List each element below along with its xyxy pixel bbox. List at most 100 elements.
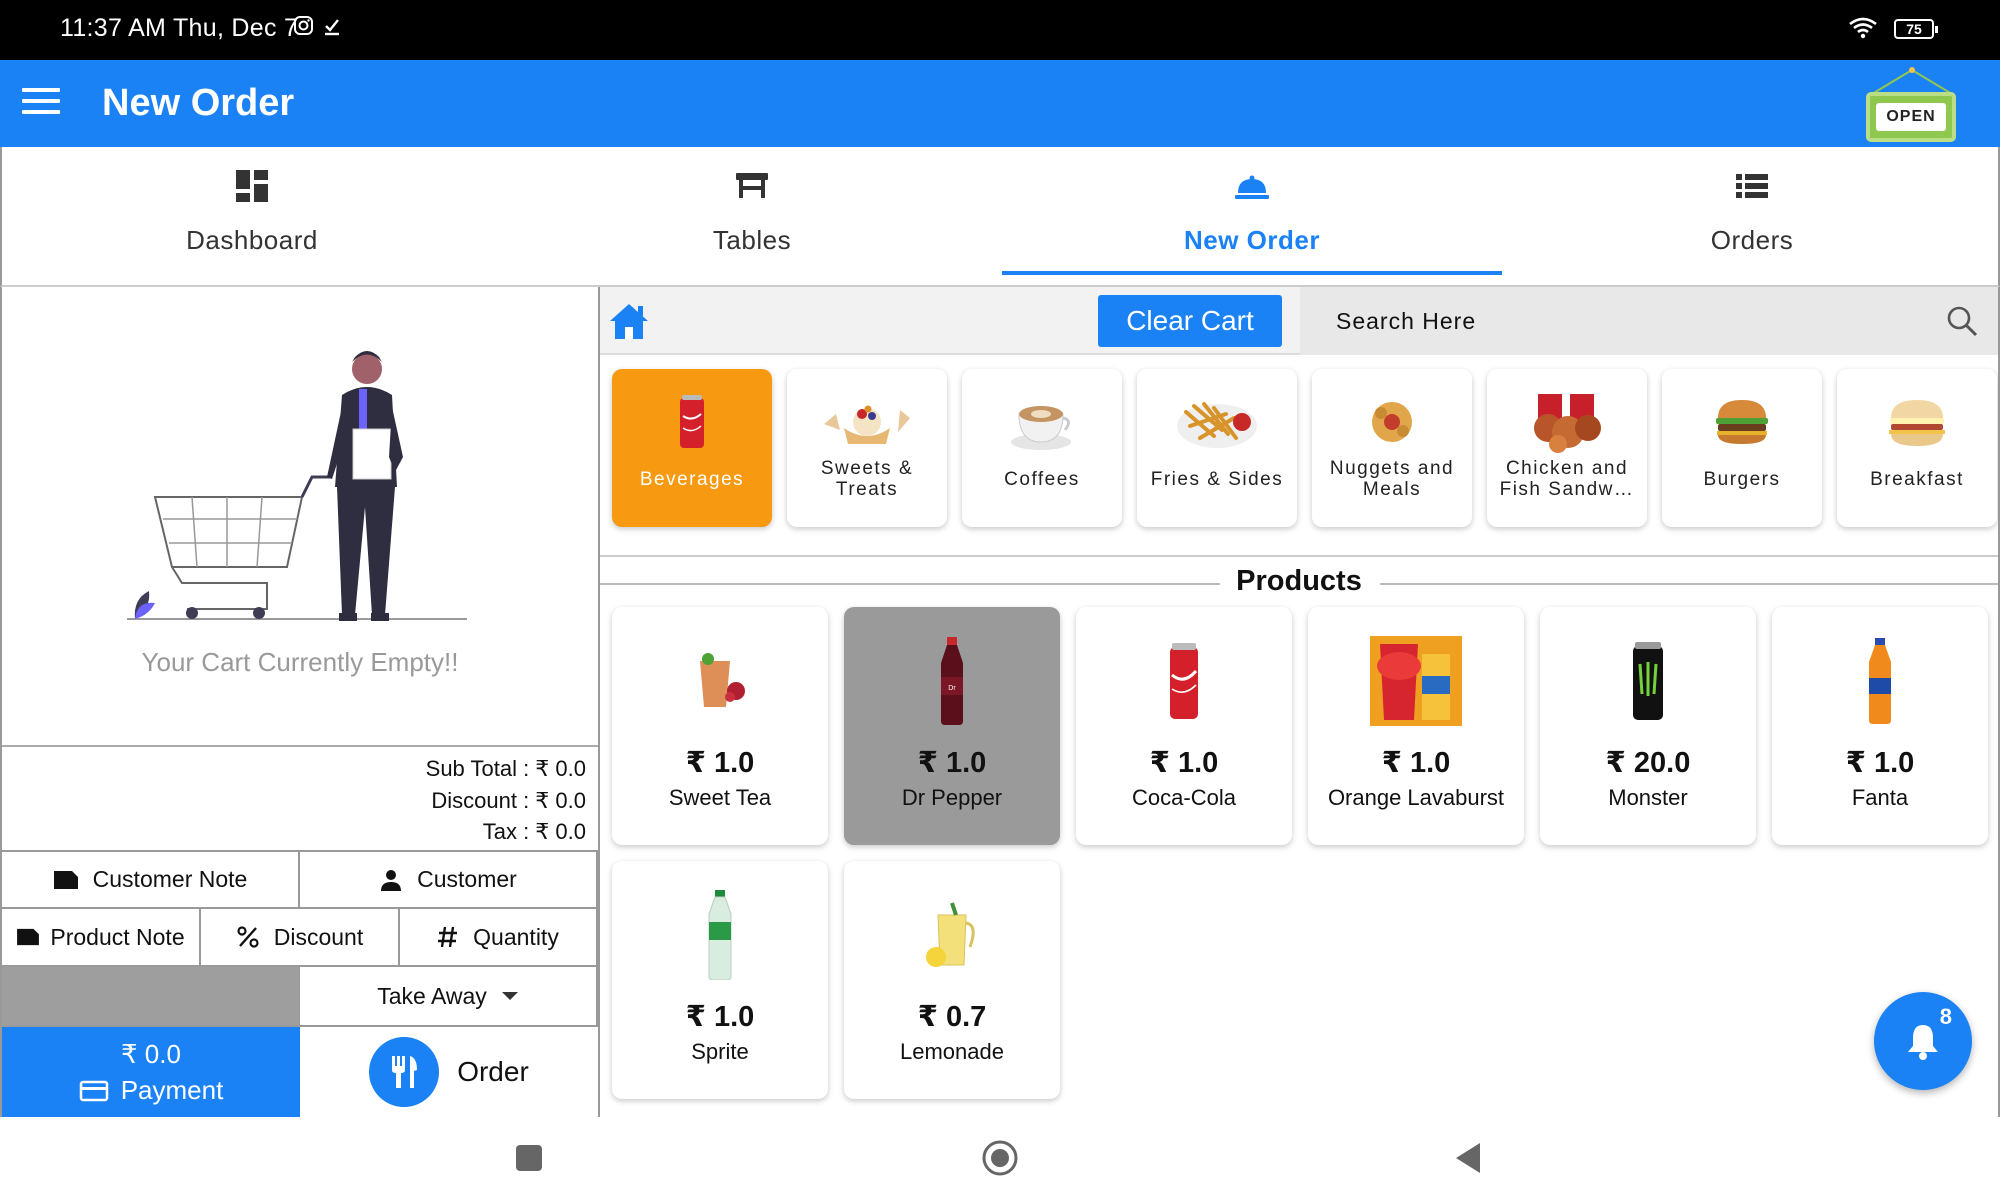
category-burgers[interactable]: Burgers bbox=[1662, 369, 1822, 527]
order-button[interactable]: Order bbox=[300, 1027, 598, 1117]
back-icon[interactable] bbox=[1454, 1141, 1482, 1175]
coca-cola-can-image bbox=[1076, 633, 1292, 729]
soda-can-image bbox=[612, 387, 772, 457]
sub-total: Sub Total : ₹ 0.0 bbox=[425, 756, 586, 781]
instagram-icon bbox=[293, 14, 349, 45]
clear-cart-button[interactable]: Clear Cart bbox=[1098, 295, 1282, 347]
dr-pepper-bottle-image: Dr bbox=[844, 633, 1060, 729]
category-breakfast[interactable]: Breakfast bbox=[1837, 369, 1997, 527]
home-icon[interactable] bbox=[608, 301, 650, 346]
dashboard-icon bbox=[2, 169, 502, 209]
card-icon bbox=[79, 1080, 108, 1101]
tab-dashboard[interactable]: Dashboard bbox=[2, 147, 502, 285]
product-note-button[interactable]: Product Note bbox=[2, 909, 201, 967]
category-name: Beverages bbox=[639, 468, 745, 490]
open-status-sign[interactable]: OPEN bbox=[1866, 92, 1956, 142]
category-name: Fries & Sides bbox=[1150, 468, 1284, 490]
battery-icon: 75 bbox=[1894, 19, 1938, 39]
product-note-label: Product Note bbox=[50, 923, 185, 950]
category-nuggets-meals[interactable]: Nuggets and Meals bbox=[1312, 369, 1472, 527]
category-coffees[interactable]: Coffees bbox=[962, 369, 1122, 527]
product-name: Fanta bbox=[1851, 785, 1909, 810]
tab-new-order[interactable]: New Order bbox=[1002, 147, 1502, 285]
category-name: Coffees bbox=[1004, 468, 1080, 490]
percent-icon bbox=[237, 926, 259, 948]
list-icon bbox=[1502, 169, 2000, 209]
product-card-dr-pepper[interactable]: Dr ₹ 1.0 Dr Pepper bbox=[844, 607, 1060, 845]
cart-panel: Your Cart Currently Empty!! Sub Total : … bbox=[0, 287, 600, 1117]
category-name: Nuggets and Meals bbox=[1329, 458, 1455, 500]
order-type-value: Take Away bbox=[377, 982, 487, 1009]
status-time: 11:37 AM Thu, Dec 7 bbox=[60, 14, 299, 42]
monster-can-image bbox=[1540, 633, 1756, 729]
note-icon bbox=[53, 870, 78, 889]
caret-down-icon bbox=[501, 992, 518, 1000]
cutlery-icon bbox=[369, 1037, 440, 1107]
customer-note-button[interactable]: Customer Note bbox=[2, 852, 300, 909]
tab-tables[interactable]: Tables bbox=[502, 147, 1002, 285]
main-tabs: Dashboard Tables New Order Orders bbox=[0, 147, 2000, 287]
product-name: Sweet Tea bbox=[668, 785, 772, 810]
category-name: Sweets & Treats bbox=[820, 458, 914, 500]
bell-icon bbox=[1908, 1025, 1938, 1060]
payment-button[interactable]: ₹ 0.0 Payment bbox=[2, 1027, 300, 1117]
product-price: ₹ 1.0 bbox=[1149, 747, 1219, 779]
sprite-bottle-image bbox=[612, 887, 828, 983]
products-section-header: Products bbox=[600, 555, 1998, 607]
order-type-dropdown[interactable]: Take Away bbox=[300, 967, 598, 1027]
dessert-image bbox=[787, 387, 947, 457]
recents-icon[interactable] bbox=[514, 1143, 544, 1173]
product-card-lemonade[interactable]: ₹ 0.7 Lemonade bbox=[844, 861, 1060, 1099]
category-name: Breakfast bbox=[1870, 468, 1964, 490]
cart-totals: Sub Total : ₹ 0.0 Discount : ₹ 0.0 Tax :… bbox=[2, 747, 598, 852]
coffee-cup-image bbox=[962, 387, 1122, 457]
hash-icon bbox=[438, 926, 458, 948]
order-type-spacer bbox=[2, 967, 300, 1027]
tax-total: Tax : ₹ 0.0 bbox=[482, 819, 586, 844]
product-name: Monster bbox=[1608, 785, 1688, 810]
tab-label: New Order bbox=[1184, 225, 1320, 255]
discount-label: Discount bbox=[273, 923, 364, 950]
product-price: ₹ 1.0 bbox=[917, 747, 987, 779]
product-card-sweet-tea[interactable]: ₹ 1.0 Sweet Tea bbox=[612, 607, 828, 845]
product-price: ₹ 20.0 bbox=[1605, 747, 1691, 779]
category-chicken-fish[interactable]: Chicken and Fish Sandw… bbox=[1487, 369, 1647, 527]
quantity-label: Quantity bbox=[473, 923, 559, 950]
product-card-sprite[interactable]: ₹ 1.0 Sprite bbox=[612, 861, 828, 1099]
product-card-monster[interactable]: ₹ 20.0 Monster bbox=[1540, 607, 1756, 845]
tab-orders[interactable]: Orders bbox=[1502, 147, 2000, 285]
order-label: Order bbox=[457, 1056, 529, 1087]
status-bar: 11:37 AM Thu, Dec 7 75 bbox=[0, 0, 2000, 60]
product-name: Coca-Cola bbox=[1132, 785, 1236, 810]
quantity-button[interactable]: Quantity bbox=[400, 909, 598, 967]
notifications-button[interactable]: 8 bbox=[1874, 992, 1972, 1090]
category-list: Beverages Sweets & Treats Coffees Fries … bbox=[600, 355, 1998, 555]
product-price: ₹ 0.7 bbox=[917, 1001, 987, 1033]
fries-image bbox=[1137, 387, 1297, 457]
category-fries-sides[interactable]: Fries & Sides bbox=[1137, 369, 1297, 527]
product-card-orange-lavaburst[interactable]: ₹ 1.0 Orange Lavaburst bbox=[1308, 607, 1524, 845]
sweet-tea-image bbox=[612, 633, 828, 729]
fried-chicken-image bbox=[1487, 387, 1647, 457]
customer-note-label: Customer Note bbox=[92, 866, 248, 892]
table-icon bbox=[502, 169, 1002, 209]
tab-label: Dashboard bbox=[186, 225, 318, 255]
search-box bbox=[1300, 287, 1998, 355]
cloche-icon bbox=[1002, 169, 1502, 209]
customer-button[interactable]: Customer bbox=[300, 852, 598, 909]
search-icon[interactable] bbox=[1946, 305, 1978, 337]
discount-button[interactable]: Discount bbox=[201, 909, 400, 967]
notification-count: 8 bbox=[1939, 1004, 1952, 1029]
home-nav-icon[interactable] bbox=[981, 1139, 1019, 1177]
product-name: Sprite bbox=[691, 1039, 749, 1064]
product-name: Orange Lavaburst bbox=[1327, 785, 1505, 810]
product-card-coca-cola[interactable]: ₹ 1.0 Coca-Cola bbox=[1076, 607, 1292, 845]
search-input[interactable] bbox=[1300, 287, 1940, 355]
category-sweets-treats[interactable]: Sweets & Treats bbox=[787, 369, 947, 527]
note-icon bbox=[17, 928, 40, 946]
product-price: ₹ 1.0 bbox=[1845, 747, 1915, 779]
hamburger-menu-icon[interactable] bbox=[22, 88, 60, 118]
product-card-fanta[interactable]: ₹ 1.0 Fanta bbox=[1772, 607, 1988, 845]
empty-cart-message: Your Cart Currently Empty!! bbox=[141, 647, 459, 677]
category-beverages[interactable]: Beverages bbox=[612, 369, 772, 527]
